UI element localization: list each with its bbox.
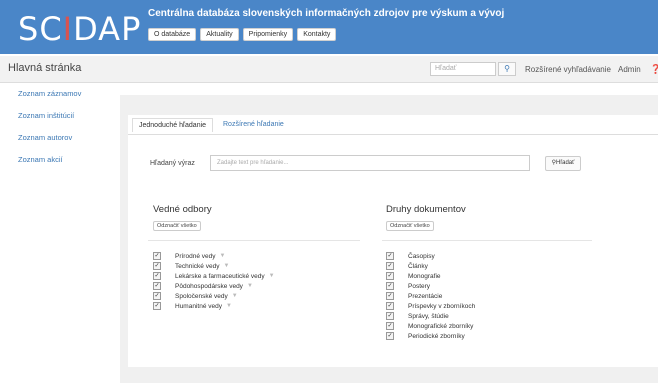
query-label: Hľadaný výraz — [150, 160, 195, 167]
chevron-down-icon[interactable]: ▼ — [232, 293, 238, 299]
list-item[interactable]: ✓ Postery — [386, 281, 475, 291]
query-search-button[interactable]: ⚲Hľadať — [545, 156, 581, 171]
checkbox[interactable]: ✓ — [153, 302, 161, 310]
fields-unselect-all-button[interactable]: Odznačiť všetko — [153, 221, 201, 231]
checkbox[interactable]: ✓ — [386, 252, 394, 260]
list-item[interactable]: ✓ Spoločenské vedy ▼ — [153, 291, 275, 301]
sub-header: Hlavná stránka Hľadať ⚲ Rozšírené vyhľad… — [0, 56, 658, 83]
page-title: Hlavná stránka — [8, 62, 82, 74]
list-item[interactable]: ✓ Monografické zborníky — [386, 321, 475, 331]
sidebar-item-records[interactable]: Zoznam záznamov — [18, 83, 118, 105]
fields-list: ✓ Prírodné vedy ▼ ✓ Technické vedy ▼ ✓ Lekárs… — [153, 251, 275, 311]
list-item[interactable]: ✓ Články — [386, 261, 475, 271]
checkbox[interactable]: ✓ — [386, 292, 394, 300]
chevron-down-icon[interactable]: ▼ — [269, 273, 275, 279]
top-navigation: O databáze Aktuality Pripomienky Kontakt… — [148, 28, 337, 41]
chevron-down-icon[interactable]: ▼ — [226, 303, 232, 309]
search-tabs: Jednoduché hľadanie Rozšírené hľadanie — [128, 115, 658, 135]
site-tagline: Centrálna databáza slovenských informačn… — [148, 8, 505, 19]
nav-news[interactable]: Aktuality — [200, 28, 239, 41]
divider — [382, 240, 592, 241]
checkbox[interactable]: ✓ — [386, 332, 394, 340]
tab-simple-search[interactable]: Jednoduché hľadanie — [132, 118, 214, 132]
nav-feedback[interactable]: Pripomienky — [242, 28, 294, 41]
sidebar: Zoznam záznamov Zoznam inštitúcií Zoznam… — [0, 83, 118, 171]
scidap-logo[interactable]: SCIDAP — [18, 10, 141, 48]
checkbox[interactable]: ✓ — [386, 262, 394, 270]
list-item[interactable]: ✓ Prezentácie — [386, 291, 475, 301]
list-item[interactable]: ✓ Časopisy — [386, 251, 475, 261]
list-item[interactable]: ✓ Technické vedy ▼ — [153, 261, 275, 271]
checkbox[interactable]: ✓ — [386, 322, 394, 330]
divider — [148, 240, 360, 241]
checkbox[interactable]: ✓ — [386, 312, 394, 320]
user-menu[interactable]: Admin — [618, 65, 641, 74]
search-input[interactable]: Hľadať — [430, 62, 496, 76]
tab-advanced-search[interactable]: Rozšírené hľadanie — [223, 121, 284, 128]
list-item[interactable]: ✓ Správy, štúdie — [386, 311, 475, 321]
doctypes-title: Druhy dokumentov — [386, 204, 466, 215]
list-item[interactable]: ✓ Lekárske a farmaceutické vedy ▼ — [153, 271, 275, 281]
checkbox[interactable]: ✓ — [386, 282, 394, 290]
list-item[interactable]: ✓ Pôdohospodárske vedy ▼ — [153, 281, 275, 291]
app-header: SCIDAP Centrálna databáza slovenských in… — [0, 0, 658, 54]
nav-contacts[interactable]: Kontakty — [297, 28, 337, 41]
sidebar-item-events[interactable]: Zoznam akcií — [18, 149, 118, 171]
checkbox[interactable]: ✓ — [386, 302, 394, 310]
doctypes-unselect-all-button[interactable]: Odznačiť všetko — [386, 221, 434, 231]
fields-title: Vedné odbory — [153, 204, 212, 215]
search-icon[interactable]: ⚲ — [498, 62, 516, 76]
list-item[interactable]: ✓ Humanitné vedy ▼ — [153, 301, 275, 311]
chevron-down-icon[interactable]: ▼ — [247, 283, 253, 289]
checkbox[interactable]: ✓ — [153, 252, 161, 260]
advanced-search-link[interactable]: Rozšírené vyhľadávanie — [525, 65, 611, 74]
list-item[interactable]: ✓ Periodické zborníky — [386, 331, 475, 341]
list-item[interactable]: ✓ Prírodné vedy ▼ — [153, 251, 275, 261]
checkbox[interactable]: ✓ — [153, 292, 161, 300]
checkbox[interactable]: ✓ — [153, 282, 161, 290]
list-item[interactable]: ✓ Monografie — [386, 271, 475, 281]
sidebar-item-authors[interactable]: Zoznam autorov — [18, 127, 118, 149]
checkbox[interactable]: ✓ — [386, 272, 394, 280]
checkbox[interactable]: ✓ — [153, 262, 161, 270]
list-item[interactable]: ✓ Príspevky v zborníkoch — [386, 301, 475, 311]
nav-about[interactable]: O databáze — [148, 28, 197, 41]
sidebar-item-institutions[interactable]: Zoznam inštitúcií — [18, 105, 118, 127]
help-icon[interactable]: ❓ — [650, 64, 658, 75]
chevron-down-icon[interactable]: ▼ — [219, 253, 225, 259]
chevron-down-icon[interactable]: ▼ — [223, 263, 229, 269]
checkbox[interactable]: ✓ — [153, 272, 161, 280]
doctypes-list: ✓ Časopisy ✓ Články ✓ Monografie ✓ Postery ✓… — [386, 251, 475, 341]
query-input[interactable]: Zadajte text pre hľadanie... — [210, 155, 530, 171]
